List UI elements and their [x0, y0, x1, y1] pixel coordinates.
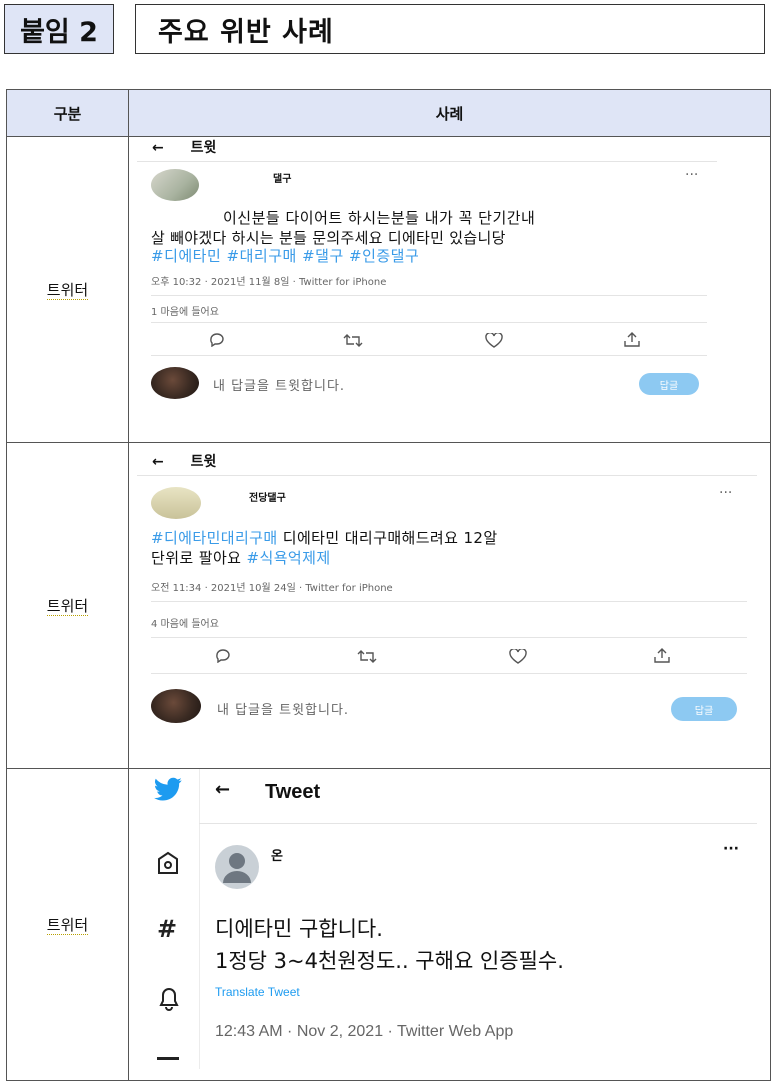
- twitter-logo-icon[interactable]: [153, 777, 183, 803]
- appendix-label: 붙임 2: [4, 4, 114, 54]
- translate-link[interactable]: Translate Tweet: [215, 985, 300, 999]
- like-icon[interactable]: [509, 649, 527, 664]
- home-icon[interactable]: [157, 851, 179, 875]
- avatar[interactable]: [151, 487, 201, 519]
- table-header-row: 구분 사례: [6, 89, 771, 137]
- reply-avatar: [151, 367, 199, 399]
- more-options-icon[interactable]: ···: [719, 485, 732, 501]
- case-cell: ← 트윗 전당댈구 ··· #디에타민대리구매 디에타민 대리구매해드려요 12…: [128, 442, 771, 769]
- tweet-hashtags[interactable]: #디에타민 #대리구매 #댈구 #인증댈구: [151, 245, 419, 266]
- likes-count[interactable]: 1 마음에 들어요: [151, 303, 219, 318]
- more-options-icon[interactable]: ···: [685, 167, 698, 183]
- tweet-text: 디에타민 대리구매해드려요 12알: [277, 529, 498, 547]
- case-cell: # ← Tweet 온 ··· 디에타민 구합니다. 1정당 3~4천원정도..…: [128, 768, 771, 1081]
- tweet-text: 단위로 팔아요: [151, 549, 247, 567]
- reply-button[interactable]: 답글: [639, 373, 699, 395]
- username[interactable]: 댈구: [273, 170, 291, 185]
- notifications-bell-icon[interactable]: [159, 987, 179, 1011]
- reply-input[interactable]: 내 답글을 트윗합니다.: [217, 699, 349, 718]
- nav-label: 트윗: [190, 454, 217, 470]
- tweet-screenshot: ← 트윗 전당댈구 ··· #디에타민대리구매 디에타민 대리구매해드려요 12…: [137, 443, 757, 743]
- reply-icon[interactable]: [209, 333, 227, 347]
- tweet-text-line1: 디에타민 구합니다.: [215, 917, 383, 941]
- username[interactable]: 온: [271, 845, 283, 864]
- tweet-nav: ← 트윗: [152, 137, 216, 157]
- tweet-text-line2: 단위로 팔아요 #식욕억제제: [151, 547, 331, 568]
- category-cell: 트위터: [6, 136, 129, 443]
- table-row: 트위터 # ← Tweet 온 ··· 디에타민 구합니다. 1정당 3~4천원…: [6, 768, 771, 1081]
- tweet-meta: 12:43 AM · Nov 2, 2021 · Twitter Web App: [215, 1023, 514, 1040]
- back-arrow-icon[interactable]: ←: [152, 140, 164, 156]
- case-cell: ← 트윗 댈구 ··· 이신분들 다이어트 하시는분들 내가 꼭 단기간내 살 …: [128, 136, 771, 443]
- reply-avatar: [151, 689, 201, 723]
- violation-cases-table: 구분 사례 트위터 ← 트윗 댈구 ··· 이신분들 다이어트 하시는분들 내가…: [6, 89, 771, 1081]
- messages-icon[interactable]: [157, 1057, 179, 1060]
- share-icon[interactable]: [653, 648, 671, 663]
- category-cell: 트위터: [6, 768, 129, 1081]
- tweet-screenshot: ← 트윗 댈구 ··· 이신분들 다이어트 하시는분들 내가 꼭 단기간내 살 …: [137, 137, 717, 427]
- category-label: 트위터: [46, 916, 89, 935]
- nav-label: 트윗: [190, 140, 217, 156]
- column-header-category: 구분: [6, 89, 129, 137]
- explore-hashtag-icon[interactable]: #: [157, 915, 177, 943]
- hashtag[interactable]: #식욕억제제: [247, 549, 331, 567]
- back-arrow-icon[interactable]: ←: [215, 779, 230, 800]
- column-header-case: 사례: [128, 89, 771, 137]
- reply-icon[interactable]: [215, 649, 233, 663]
- like-icon[interactable]: [485, 333, 503, 348]
- tweet-meta: 오후 10:32 · 2021년 11월 8일 · Twitter for iP…: [151, 277, 387, 288]
- more-options-icon[interactable]: ···: [723, 841, 739, 857]
- tweet-meta: 오전 11:34 · 2021년 10월 24일 · Twitter for i…: [151, 583, 393, 594]
- tweet-text-line1: 이신분들 다이어트 하시는분들 내가 꼭 단기간내: [223, 209, 536, 227]
- share-icon[interactable]: [623, 332, 641, 347]
- avatar[interactable]: [151, 169, 199, 201]
- username[interactable]: 전당댈구: [249, 489, 286, 504]
- tweet-text-line2: 1정당 3~4천원정도.. 구해요 인증필수.: [215, 949, 564, 973]
- tweet-nav: ← 트윗: [152, 451, 216, 471]
- tweet-header-title: Tweet: [265, 781, 321, 803]
- table-row: 트위터 ← 트윗 댈구 ··· 이신분들 다이어트 하시는분들 내가 꼭 단기간…: [6, 136, 771, 443]
- table-row: 트위터 ← 트윗 전당댈구 ··· #디에타민대리구매 디에타민 대리구매해드려…: [6, 442, 771, 769]
- avatar[interactable]: [215, 839, 259, 895]
- reply-button[interactable]: 답글: [671, 697, 737, 721]
- tweet-screenshot: # ← Tweet 온 ··· 디에타민 구합니다. 1정당 3~4천원정도..…: [137, 769, 757, 1069]
- likes-count[interactable]: 4 마음에 들어요: [151, 615, 219, 630]
- category-cell: 트위터: [6, 442, 129, 769]
- reply-input[interactable]: 내 답글을 트윗합니다.: [213, 375, 345, 394]
- category-label: 트위터: [46, 281, 89, 300]
- retweet-icon[interactable]: [357, 650, 377, 663]
- back-arrow-icon[interactable]: ←: [152, 454, 164, 470]
- page-title: 주요 위반 사례: [135, 4, 765, 54]
- tweet-text-line1: #디에타민대리구매 디에타민 대리구매해드려요 12알: [151, 527, 498, 548]
- hashtag[interactable]: #디에타민대리구매: [151, 529, 278, 547]
- category-label: 트위터: [46, 597, 89, 616]
- retweet-icon[interactable]: [343, 334, 363, 347]
